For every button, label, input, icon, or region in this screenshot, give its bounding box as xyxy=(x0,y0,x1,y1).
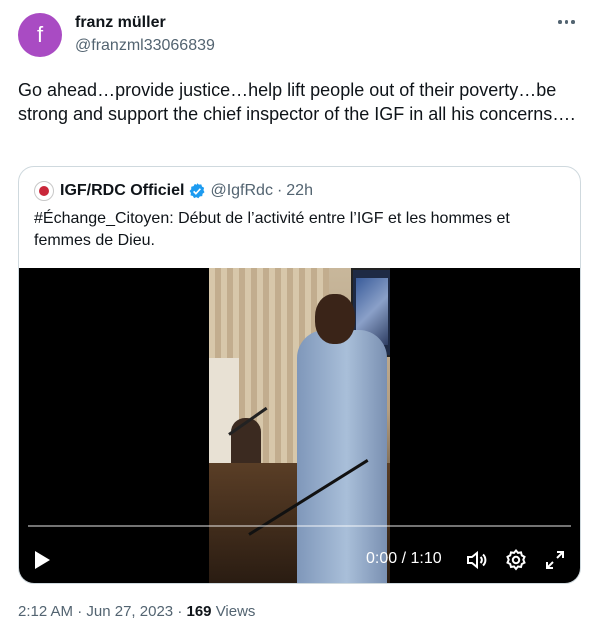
quoted-tweet-header: IGF/RDC Officiel @IgfRdc · 22h xyxy=(34,181,313,201)
quoted-separator: · xyxy=(276,182,283,199)
igf-logo-icon xyxy=(34,181,54,201)
author-avatar[interactable]: f xyxy=(18,13,62,57)
tweet-text: Go ahead…provide justice…help lift peopl… xyxy=(18,80,576,124)
more-options-icon[interactable] xyxy=(558,15,580,29)
quoted-author-handle: @IgfRdc xyxy=(210,182,273,199)
video-progress-bar[interactable] xyxy=(28,525,571,527)
video-time: 0:00 / 1:10 xyxy=(366,550,442,567)
tweet-footer: 2:12 AM · Jun 27, 2023 · 169 Views xyxy=(18,603,255,620)
quoted-age: 22h xyxy=(286,182,313,199)
settings-gear-icon[interactable] xyxy=(504,548,528,572)
quoted-author-name: IGF/RDC Officiel xyxy=(60,182,185,199)
play-icon[interactable] xyxy=(35,551,50,569)
post-time[interactable]: 2:12 AM xyxy=(18,603,73,620)
quoted-tweet[interactable]: IGF/RDC Officiel @IgfRdc · 22h #Échange_… xyxy=(18,166,581,584)
post-date[interactable]: Jun 27, 2023 xyxy=(86,603,173,620)
quoted-tweet-text: #Échange_Citoyen: Début de l’activité en… xyxy=(34,210,510,249)
video-frame xyxy=(209,268,390,583)
fullscreen-icon[interactable] xyxy=(543,548,567,572)
video-player[interactable]: 0:00 / 1:10 xyxy=(19,268,580,583)
views-count: 169 xyxy=(186,603,212,620)
author-handle[interactable]: @franzml33066839 xyxy=(75,37,215,55)
verified-badge-icon xyxy=(190,183,205,199)
avatar-letter: f xyxy=(36,22,44,47)
author-name[interactable]: franz müller xyxy=(75,14,166,32)
footer-separator: · xyxy=(77,603,83,620)
footer-dot: · xyxy=(177,603,183,620)
views-label: Views xyxy=(215,603,256,620)
volume-icon[interactable] xyxy=(465,548,489,572)
